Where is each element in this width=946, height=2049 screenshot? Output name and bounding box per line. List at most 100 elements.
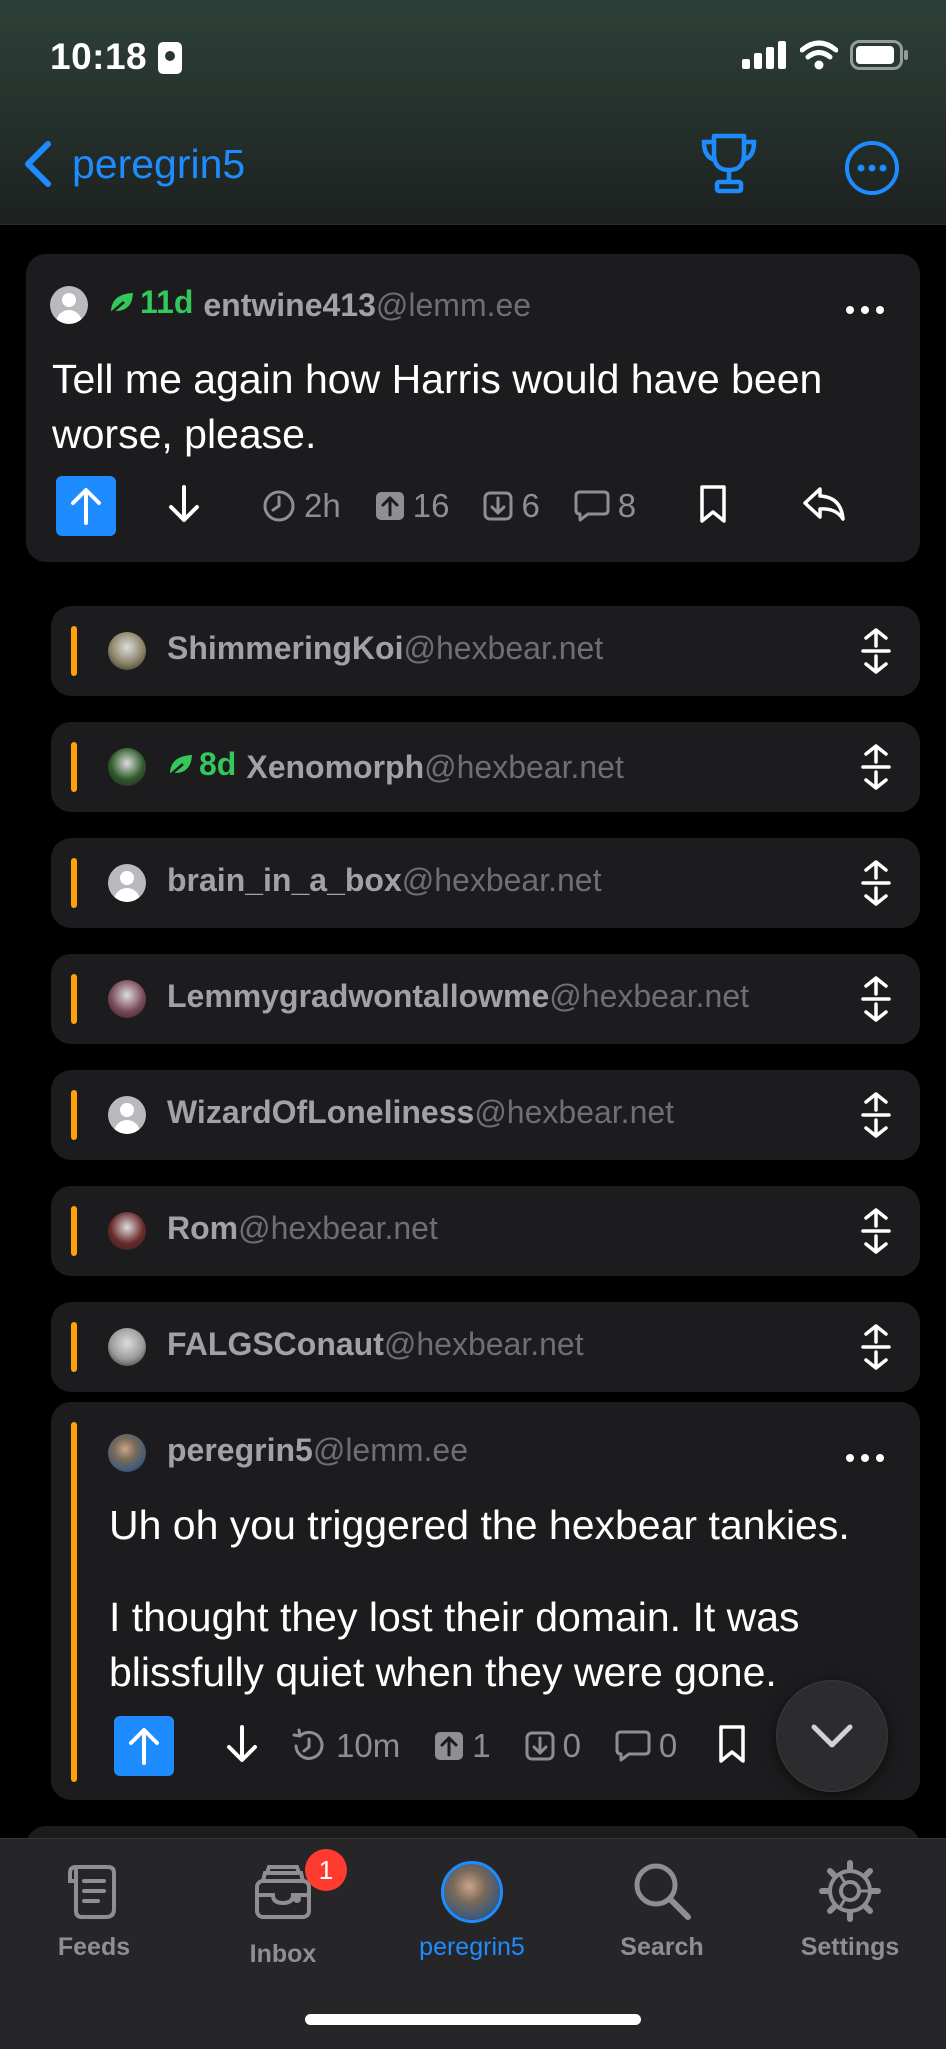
- tab-label: Inbox: [249, 1940, 317, 1968]
- avatar[interactable]: [108, 1328, 146, 1366]
- comment-body-paragraph-1: Uh oh you triggered the hexbear tankies.: [109, 1502, 850, 1548]
- collapsed-comment[interactable]: FALGSConaut @hexbear.net: [51, 1302, 920, 1392]
- tab-inbox[interactable]: 1 Inbox: [213, 1849, 353, 1969]
- collapsed-comment[interactable]: ShimmeringKoi @hexbear.net: [51, 606, 920, 696]
- arrow-down-icon: [227, 1724, 257, 1762]
- collapsed-comment[interactable]: Rom @hexbear.net: [51, 1186, 920, 1276]
- expand-button[interactable]: [860, 628, 892, 679]
- expand-vertical-icon: [861, 1208, 891, 1254]
- username[interactable]: ShimmeringKoi: [167, 630, 403, 667]
- avatar[interactable]: [108, 980, 146, 1018]
- expand-vertical-icon: [861, 976, 891, 1022]
- back-button[interactable]: peregrin5: [20, 140, 245, 188]
- upvote-button[interactable]: [56, 476, 116, 536]
- thread-indicator: [71, 974, 77, 1024]
- comment-body: Tell me again how Harris would have been…: [52, 356, 823, 457]
- gear-icon: [819, 1860, 881, 1922]
- username[interactable]: peregrin5: [167, 1432, 313, 1469]
- comment-header: Rom @hexbear.net: [167, 1210, 438, 1247]
- collapsed-comment[interactable]: brain_in_a_box @hexbear.net: [51, 838, 920, 928]
- username[interactable]: Rom: [167, 1210, 238, 1247]
- save-button[interactable]: [698, 484, 728, 529]
- avatar[interactable]: [108, 1434, 146, 1472]
- reply-count: 8: [574, 487, 636, 525]
- leaf-icon: [109, 292, 133, 315]
- cellular-signal-icon: [742, 41, 786, 69]
- upvote-square-icon: [435, 1732, 464, 1760]
- avatar[interactable]: [108, 632, 146, 670]
- thread-indicator: [71, 1090, 77, 1140]
- collapsed-comment[interactable]: Lemmygradwontallowme @hexbear.net: [51, 954, 920, 1044]
- chevron-down-icon: [811, 1724, 853, 1748]
- more-options-button[interactable]: [844, 140, 900, 201]
- tab-label: Feeds: [57, 1933, 131, 1961]
- instance: @hexbear.net: [424, 748, 624, 785]
- time-value: 10m: [336, 1727, 401, 1764]
- reply-button[interactable]: [802, 485, 846, 528]
- avatar[interactable]: [108, 1212, 146, 1250]
- expand-button[interactable]: [860, 744, 892, 795]
- downvote-count: 6: [483, 487, 540, 525]
- edited-clock-icon: [292, 1728, 324, 1760]
- comment-actions: 2h 16 6 8: [56, 476, 846, 536]
- thread-indicator: [71, 1422, 77, 1782]
- tab-feeds[interactable]: Feeds: [24, 1859, 164, 1962]
- username[interactable]: entwine413: [203, 287, 376, 324]
- downvote-button[interactable]: [224, 1724, 278, 1769]
- ellipsis-circle-icon: [845, 141, 899, 195]
- avatar[interactable]: [108, 1096, 146, 1134]
- trophy-icon: [701, 133, 757, 194]
- comment-body-paragraph-2: I thought they lost their domain. It was…: [109, 1594, 800, 1695]
- upvote-button[interactable]: [114, 1716, 174, 1776]
- downvote-button[interactable]: [166, 484, 220, 529]
- comment-more-button[interactable]: [846, 306, 884, 314]
- username[interactable]: brain_in_a_box: [167, 862, 402, 899]
- collapsed-comment[interactable]: WizardOfLoneliness @hexbear.net: [51, 1070, 920, 1160]
- wifi-icon: [800, 40, 838, 70]
- expand-button[interactable]: [860, 1208, 892, 1259]
- tab-search[interactable]: Search: [592, 1859, 732, 1962]
- tab-settings[interactable]: Settings: [780, 1859, 920, 1962]
- avatar[interactable]: [108, 748, 146, 786]
- instance: @hexbear.net: [403, 630, 604, 666]
- avatar[interactable]: [108, 864, 146, 902]
- thread-indicator: [71, 858, 77, 908]
- upvote-value: 1: [472, 1727, 491, 1764]
- tab-label: Settings: [800, 1933, 900, 1961]
- reply-count: 0: [615, 1727, 677, 1765]
- scroll-to-next-button[interactable]: [776, 1680, 888, 1792]
- bookmark-icon: [700, 484, 726, 523]
- new-account-indicator: 8d: [167, 746, 236, 783]
- collapsed-comment[interactable]: 8d Xenomorph @hexbear.net: [51, 722, 920, 812]
- arrow-down-icon: [169, 484, 199, 522]
- username[interactable]: WizardOfLoneliness: [167, 1094, 474, 1131]
- expand-button[interactable]: [860, 1092, 892, 1143]
- username[interactable]: Xenomorph: [246, 749, 424, 786]
- tab-profile[interactable]: peregrin5: [402, 1859, 542, 1962]
- profile-avatar: [441, 1861, 503, 1923]
- expand-vertical-icon: [861, 628, 891, 674]
- leaf-icon: [168, 754, 192, 777]
- upvote-value: 16: [412, 487, 450, 524]
- expand-button[interactable]: [860, 976, 892, 1027]
- top-bar: 10:18 peregrin5: [0, 0, 946, 225]
- reply-arrow-icon: [803, 486, 845, 521]
- comment-header: FALGSConaut @hexbear.net: [167, 1326, 584, 1363]
- username[interactable]: FALGSConaut: [167, 1326, 384, 1363]
- expand-button[interactable]: [860, 1324, 892, 1375]
- speech-bubble-icon: [615, 1730, 651, 1762]
- save-button[interactable]: [717, 1724, 747, 1769]
- account-age: 11d: [140, 284, 194, 320]
- instance: @lemm.ee: [312, 1432, 469, 1468]
- comment-header: WizardOfLoneliness @hexbear.net: [167, 1094, 674, 1131]
- username[interactable]: Lemmygradwontallowme: [167, 978, 549, 1015]
- chevron-left-icon: [25, 141, 51, 187]
- thread-indicator: [71, 626, 77, 676]
- comment-more-button[interactable]: [846, 1454, 884, 1462]
- comment-actions: 10m 1 0 0: [114, 1716, 747, 1776]
- expand-button[interactable]: [860, 860, 892, 911]
- back-label: peregrin5: [72, 140, 246, 187]
- inbox-unread-badge: 1: [305, 1849, 347, 1891]
- trophy-button[interactable]: [700, 132, 758, 199]
- avatar[interactable]: [50, 286, 88, 324]
